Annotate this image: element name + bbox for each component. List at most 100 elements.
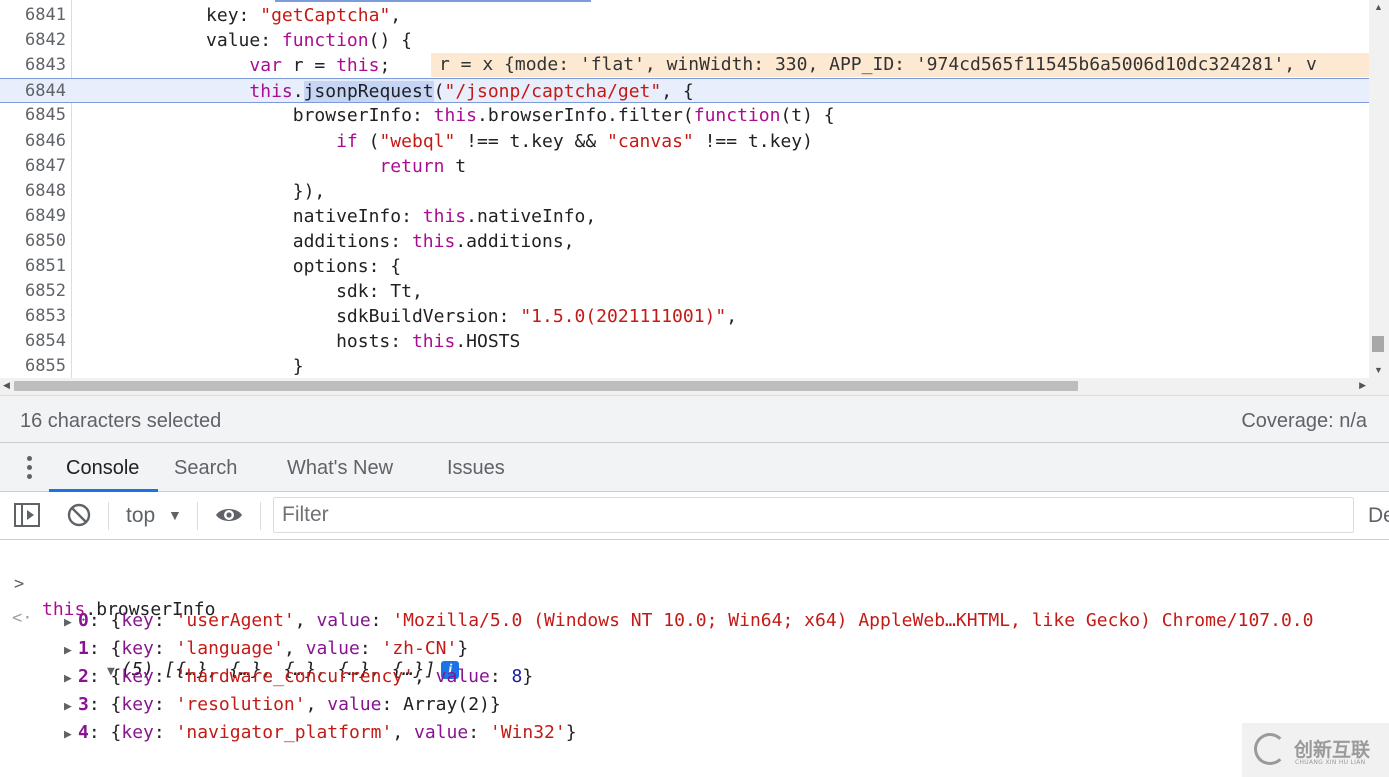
line-number[interactable]: 6850 bbox=[0, 229, 66, 254]
console-output[interactable]: > this.browserInfo <· ▼ (5) [{…}, {…}, {…… bbox=[0, 540, 1389, 777]
brand-watermark: 创新互联 CHUANG XIN HU LIAN bbox=[1242, 723, 1389, 777]
vertical-scroll-thumb[interactable] bbox=[1372, 336, 1384, 352]
line-number[interactable]: 6844 bbox=[0, 79, 66, 104]
tab-issues[interactable]: Issues bbox=[447, 457, 505, 480]
code-line[interactable]: 6852 sdk: Tt, bbox=[0, 279, 1369, 304]
scroll-up-arrow-icon[interactable]: ▲ bbox=[1374, 2, 1383, 12]
code-line[interactable]: 6842 value: function() { bbox=[0, 28, 1369, 53]
scroll-right-arrow-icon[interactable]: ▶ bbox=[1359, 380, 1366, 391]
array-item-4[interactable]: ▶ 4: {key: 'navigator_platform', value: '… bbox=[64, 720, 577, 748]
expand-triangle-closed-icon[interactable]: ▶ bbox=[64, 694, 78, 720]
line-number[interactable]: 6843 bbox=[0, 53, 66, 78]
code-text[interactable]: sdk: Tt, bbox=[76, 279, 423, 304]
value-label: value bbox=[435, 666, 490, 687]
code-keyword: this bbox=[411, 331, 456, 353]
expand-triangle-closed-icon[interactable]: ▶ bbox=[64, 666, 78, 692]
code-text[interactable]: this.jsonpRequest("/jsonp/captcha/get", … bbox=[76, 79, 694, 104]
show-sidebar-icon[interactable] bbox=[13, 502, 41, 533]
line-number[interactable]: 6847 bbox=[0, 154, 66, 179]
horizontal-scrollbar[interactable]: ◀ ▶ bbox=[0, 378, 1369, 395]
code-line[interactable]: 6851 options: { bbox=[0, 254, 1369, 279]
context-selector[interactable]: top bbox=[126, 504, 155, 528]
scroll-down-arrow-icon[interactable]: ▼ bbox=[1374, 365, 1383, 375]
punct: : bbox=[153, 722, 176, 743]
punct: : bbox=[370, 610, 393, 631]
array-item-2[interactable]: ▶ 2: {key: 'hardware_concurrency', value:… bbox=[64, 664, 533, 692]
code-text[interactable]: }), bbox=[76, 179, 326, 204]
code-line[interactable]: 6845 browserInfo: this.browserInfo.filte… bbox=[0, 103, 1369, 128]
code-line[interactable]: 6849 nativeInfo: this.nativeInfo, bbox=[0, 204, 1369, 229]
code-text[interactable]: var r = this; bbox=[76, 53, 390, 78]
code-text[interactable]: nativeInfo: this.nativeInfo, bbox=[76, 204, 596, 229]
line-number[interactable]: 6846 bbox=[0, 129, 66, 154]
code-keyword: var bbox=[249, 55, 282, 77]
code-line[interactable]: 6846 if ("webql" !== t.key && "canvas" !… bbox=[0, 129, 1369, 154]
array-item-0[interactable]: ▶ 0: {key: 'userAgent', value: 'Mozilla/5… bbox=[64, 608, 1313, 636]
code-token: () { bbox=[368, 30, 412, 52]
code-line[interactable]: 6850 additions: this.additions, bbox=[0, 229, 1369, 254]
code-token: .HOSTS bbox=[455, 331, 521, 353]
tab-whats-new[interactable]: What's New bbox=[287, 457, 393, 480]
array-item-3[interactable]: ▶ 3: {key: 'resolution', value: Array(2)} bbox=[64, 692, 501, 720]
code-line[interactable]: 6853 sdkBuildVersion: "1.5.0(2021111001)… bbox=[0, 304, 1369, 329]
code-text[interactable]: hosts: this.HOSTS bbox=[76, 329, 520, 354]
code-line[interactable]: 6847 return t bbox=[0, 154, 1369, 179]
line-number[interactable]: 6842 bbox=[0, 28, 66, 53]
code-token: key: bbox=[76, 5, 261, 26]
console-toolbar: top ▼ De bbox=[0, 492, 1389, 540]
code-token: !== t.key) bbox=[693, 130, 813, 152]
item-value: 'Mozilla/5.0 (Windows NT 10.0; Win64; x6… bbox=[392, 610, 1314, 631]
code-text[interactable]: additions: this.additions, bbox=[76, 229, 575, 254]
vertical-scrollbar[interactable]: ▲ ▼ bbox=[1369, 0, 1389, 378]
code-text[interactable]: } bbox=[76, 354, 304, 378]
line-number[interactable]: 6854 bbox=[0, 329, 66, 354]
console-result-line[interactable]: <· ▼ (5) [{…}, {…}, {…}, {…}, {…}] i bbox=[0, 579, 1389, 680]
key-value: 'language' bbox=[175, 638, 284, 659]
code-text[interactable]: options: { bbox=[76, 254, 401, 279]
code-text[interactable]: browserInfo: this.browserInfo.filter(fun… bbox=[76, 103, 835, 128]
live-expression-eye-icon[interactable] bbox=[214, 502, 244, 533]
code-text[interactable]: return t bbox=[76, 154, 466, 179]
line-number[interactable]: 6841 bbox=[0, 3, 66, 28]
tab-console[interactable]: Console bbox=[66, 457, 139, 480]
more-options-icon[interactable] bbox=[20, 455, 40, 481]
item-index: 2 bbox=[78, 666, 89, 687]
horizontal-scroll-thumb[interactable] bbox=[14, 381, 1078, 391]
filter-input[interactable] bbox=[273, 497, 1354, 533]
line-number[interactable]: 6849 bbox=[0, 204, 66, 229]
closing-brace: } bbox=[489, 694, 501, 715]
context-dropdown-icon[interactable]: ▼ bbox=[168, 507, 182, 523]
expand-triangle-closed-icon[interactable]: ▶ bbox=[64, 722, 78, 748]
code-line-current[interactable]: 6844 this.jsonpRequest("/jsonp/captcha/g… bbox=[0, 78, 1369, 104]
line-number[interactable]: 6853 bbox=[0, 304, 66, 329]
code-text[interactable]: key: "getCaptcha", bbox=[76, 3, 401, 28]
default-levels-dropdown[interactable]: De bbox=[1368, 504, 1389, 528]
punct: : { bbox=[88, 666, 122, 687]
expand-triangle-closed-icon[interactable]: ▶ bbox=[64, 610, 78, 636]
code-token: additions: bbox=[76, 230, 412, 252]
code-string: "/jsonp/captcha/get" bbox=[444, 81, 662, 103]
code-string: "webql" bbox=[379, 130, 456, 152]
code-text[interactable]: if ("webql" !== t.key && "canvas" !== t.… bbox=[76, 129, 813, 154]
code-text[interactable]: sdkBuildVersion: "1.5.0(2021111001)", bbox=[76, 304, 737, 329]
punct: : { bbox=[88, 722, 122, 743]
code-line[interactable]: 6841 key: "getCaptcha", bbox=[0, 3, 1369, 28]
code-line[interactable]: 6848 }), bbox=[0, 179, 1369, 204]
line-number[interactable]: 6848 bbox=[0, 179, 66, 204]
code-line[interactable]: 6854 hosts: this.HOSTS bbox=[0, 329, 1369, 354]
line-number[interactable]: 6845 bbox=[0, 103, 66, 128]
scroll-left-arrow-icon[interactable]: ◀ bbox=[3, 380, 10, 391]
code-text[interactable]: value: function() { bbox=[76, 28, 412, 53]
array-item-1[interactable]: ▶ 1: {key: 'language', value: 'zh-CN'} bbox=[64, 636, 468, 664]
source-editor[interactable]: 6841 key: "getCaptcha", 6842 value: funct… bbox=[0, 0, 1389, 378]
line-number[interactable]: 6851 bbox=[0, 254, 66, 279]
expand-triangle-closed-icon[interactable]: ▶ bbox=[64, 638, 78, 664]
tab-search[interactable]: Search bbox=[174, 457, 237, 480]
code-line[interactable]: 6855 } bbox=[0, 354, 1369, 378]
code-token: .nativeInfo, bbox=[466, 205, 597, 227]
coverage-status[interactable]: Coverage: n/a bbox=[1241, 410, 1367, 433]
watermark-text-en: CHUANG XIN HU LIAN bbox=[1295, 759, 1366, 766]
line-number[interactable]: 6852 bbox=[0, 279, 66, 304]
line-number[interactable]: 6855 bbox=[0, 354, 66, 378]
clear-console-icon[interactable] bbox=[66, 502, 92, 533]
